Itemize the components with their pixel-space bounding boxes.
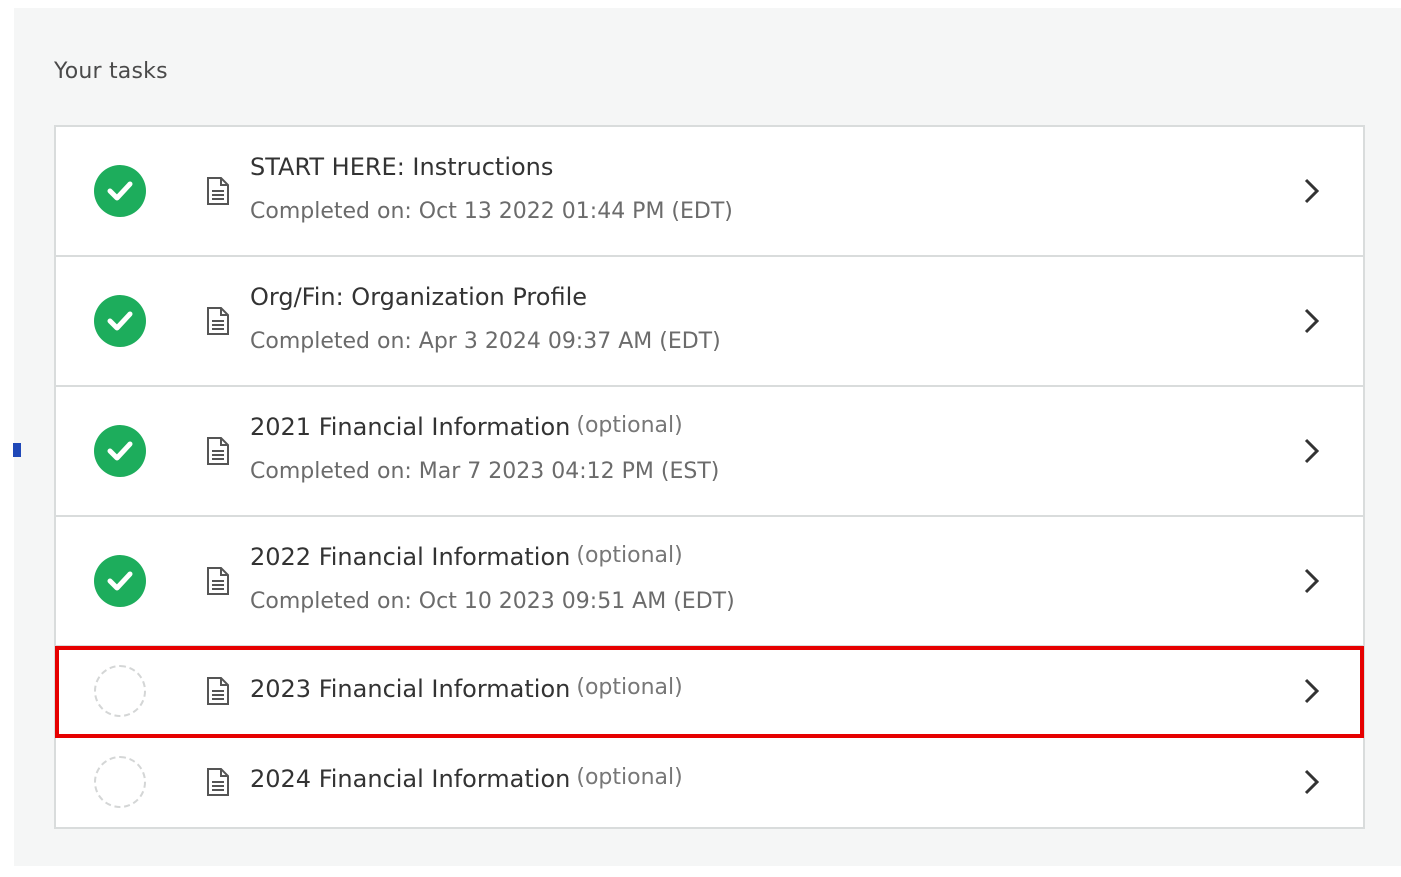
- task-completed-date: Completed on: Oct 10 2023 09:51 AM (EDT): [250, 589, 735, 614]
- check-circle-icon: [94, 555, 146, 607]
- task-completed-date: Completed on: Apr 3 2024 09:37 AM (EDT): [250, 329, 721, 354]
- chevron-right-icon: [1304, 678, 1320, 704]
- task-row-2024-financial[interactable]: 2024 Financial Information (optional): [56, 737, 1363, 827]
- empty-circle-icon: [94, 756, 146, 808]
- task-title: 2024 Financial Information (optional): [250, 765, 683, 793]
- optional-label: (optional): [576, 675, 683, 700]
- chevron-right-icon: [1304, 568, 1320, 594]
- task-title: 2022 Financial Information (optional): [250, 543, 683, 571]
- optional-label: (optional): [576, 413, 683, 438]
- empty-circle-icon: [94, 665, 146, 717]
- section-title: Your tasks: [54, 59, 168, 84]
- check-circle-icon: [94, 295, 146, 347]
- task-completed-date: Completed on: Oct 13 2022 01:44 PM (EDT): [250, 199, 733, 224]
- document-icon: [207, 768, 229, 796]
- optional-label: (optional): [576, 765, 683, 790]
- document-icon: [207, 307, 229, 335]
- task-list: START HERE: Instructions Completed on: O…: [54, 125, 1365, 829]
- task-completed-date: Completed on: Mar 7 2023 04:12 PM (EST): [250, 459, 720, 484]
- edge-marker: [13, 443, 21, 457]
- task-title: Org/Fin: Organization Profile: [250, 283, 587, 311]
- task-row-org-profile[interactable]: Org/Fin: Organization Profile Completed …: [56, 257, 1363, 387]
- task-row-2021-financial[interactable]: 2021 Financial Information (optional) Com…: [56, 387, 1363, 517]
- document-icon: [207, 677, 229, 705]
- task-row-start-here[interactable]: START HERE: Instructions Completed on: O…: [56, 127, 1363, 257]
- document-icon: [207, 437, 229, 465]
- chevron-right-icon: [1304, 308, 1320, 334]
- chevron-right-icon: [1304, 438, 1320, 464]
- document-icon: [207, 567, 229, 595]
- check-circle-icon: [94, 425, 146, 477]
- task-title: START HERE: Instructions: [250, 153, 554, 181]
- task-title: 2021 Financial Information (optional): [250, 413, 683, 441]
- optional-label: (optional): [576, 543, 683, 568]
- task-title: 2023 Financial Information (optional): [250, 675, 683, 703]
- task-row-2023-financial[interactable]: 2023 Financial Information (optional): [55, 646, 1364, 738]
- check-circle-icon: [94, 165, 146, 217]
- chevron-right-icon: [1304, 178, 1320, 204]
- chevron-right-icon: [1304, 769, 1320, 795]
- document-icon: [207, 177, 229, 205]
- task-row-2022-financial[interactable]: 2022 Financial Information (optional) Com…: [56, 517, 1363, 647]
